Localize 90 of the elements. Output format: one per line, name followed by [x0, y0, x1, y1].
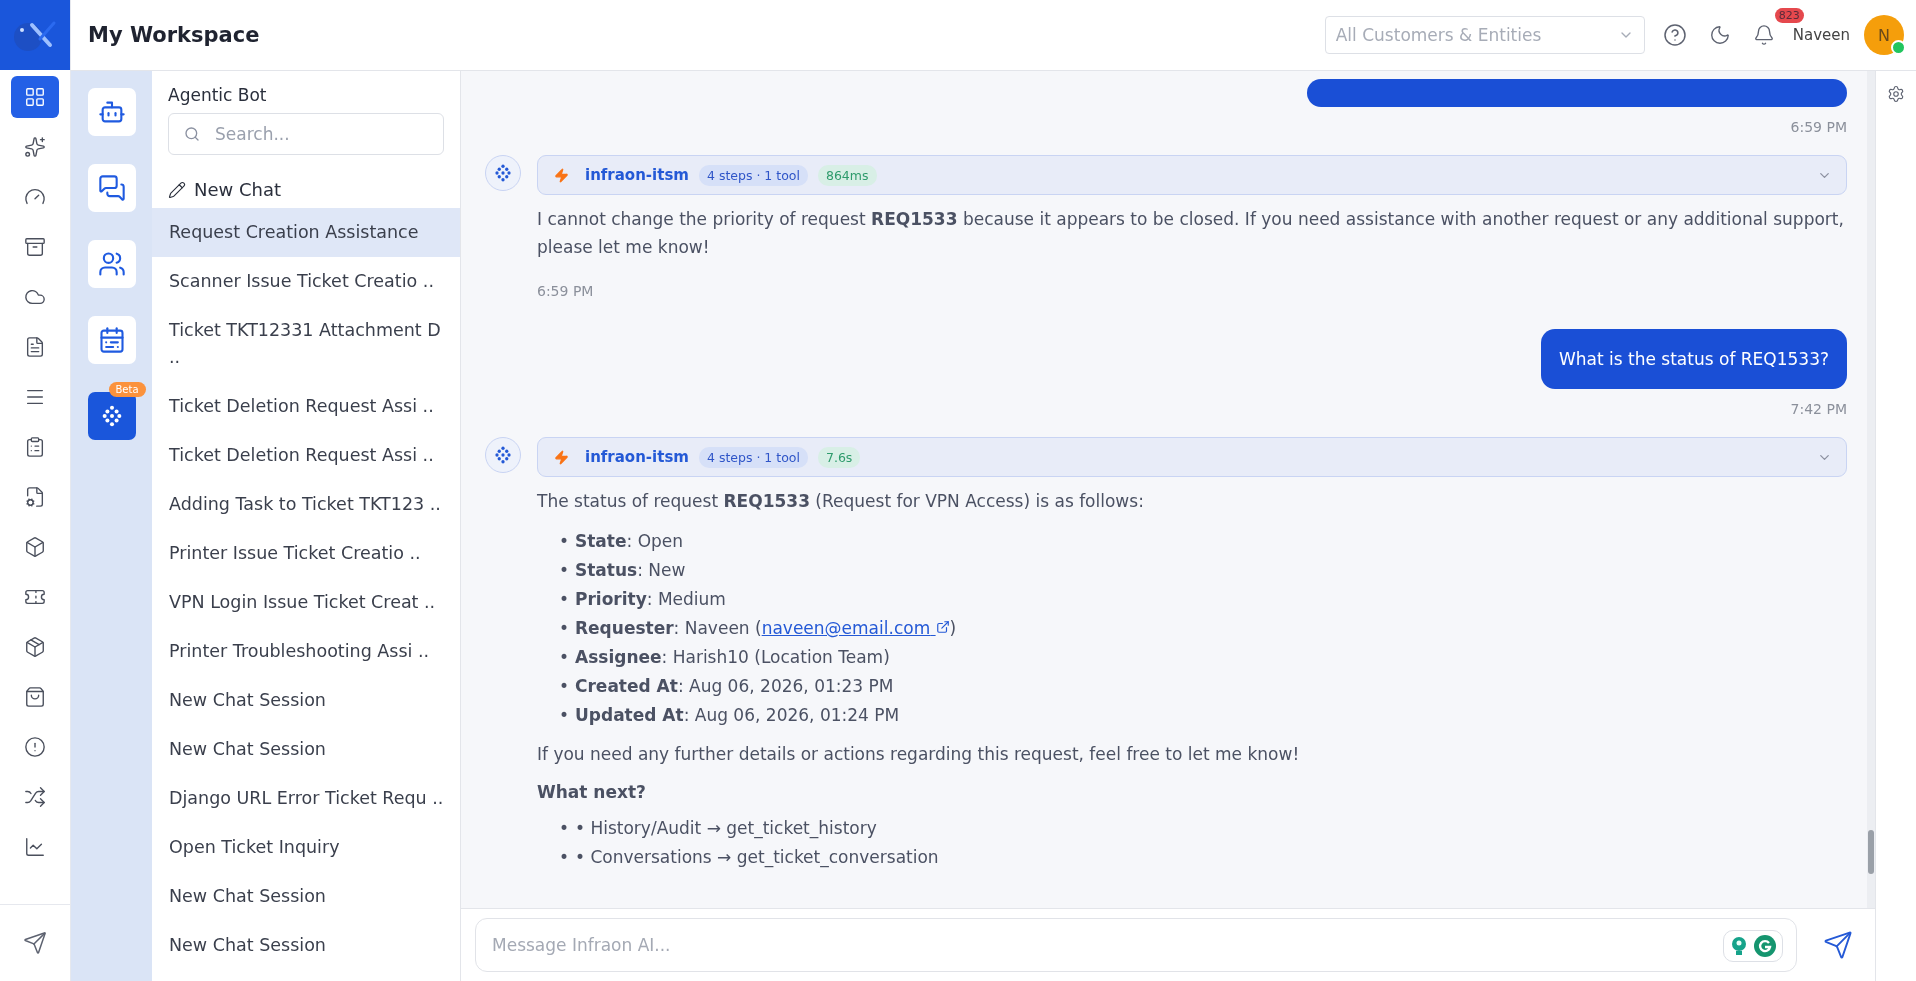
paper-plane-icon [23, 931, 47, 955]
chat-history-item[interactable]: Adding Task to Ticket TKT123 .. [152, 480, 460, 529]
chat-history-item[interactable]: Ticket Deletion Request Assi .. [152, 431, 460, 480]
scrollbar-thumb[interactable] [1868, 830, 1874, 874]
writing-assistant-badge[interactable] [1723, 930, 1783, 962]
field-list-item: • Assignee: Harish10 (Location Team) [559, 646, 890, 669]
agent-trace-bar[interactable]: infraon-itsm 4 steps · 1 tool 7.6s [537, 437, 1847, 477]
chat-history-item[interactable]: Ticket Deletion Request Assi .. [152, 382, 460, 431]
chat-history-item[interactable]: Django URL Error Ticket Requ .. [152, 774, 460, 823]
duration-badge: 864ms [817, 164, 877, 186]
archive-icon [24, 236, 46, 258]
shuffle-icon [24, 786, 46, 808]
message-text: If you need any further details or actions regarding this request, feel free to let me know! [537, 743, 1301, 766]
lightbulb-icon [1729, 935, 1749, 957]
chat-history-item[interactable]: New Chat Session [152, 676, 460, 725]
field-list-item: • Status: New [559, 559, 686, 582]
duration-badge: 7.6s [817, 446, 861, 468]
message-time: 7:42 PM [1790, 401, 1847, 417]
lightning-icon [554, 449, 569, 465]
search-icon [184, 126, 200, 142]
field-list-item: • Requester: Naveen (naveen@email.com ) [559, 617, 957, 640]
pencil-icon [168, 180, 186, 199]
g-logo-icon [1753, 934, 1777, 958]
message-input[interactable]: Message Infraon AI... [475, 918, 1797, 972]
new-chat-button[interactable]: New Chat [152, 173, 460, 208]
email-link[interactable]: naveen@email.com [761, 618, 950, 638]
cube-icon [24, 536, 46, 558]
chat-history-item[interactable]: Open Ticket Inquiry [152, 823, 460, 872]
bag-icon [24, 686, 46, 708]
agent-name: infraon-itsm [585, 166, 689, 184]
field-list-item: • Priority: Medium [559, 588, 726, 611]
app-tile[interactable] [87, 164, 136, 212]
alert-icon [24, 736, 46, 758]
chat-history-item[interactable]: New Chat Session [152, 921, 460, 970]
steps-badge: 4 steps · 1 tool [698, 446, 808, 468]
chat-history-item[interactable]: Ticket TKT12331 Attachment D .. [152, 306, 460, 382]
search-field[interactable]: Search... [168, 113, 444, 155]
chat-bubbles-icon [97, 174, 126, 202]
app-tile[interactable] [87, 392, 136, 440]
chat-history-item[interactable]: Scanner Issue Ticket Creatio .. [152, 257, 460, 306]
send-icon [1823, 930, 1853, 960]
lightning-icon [554, 167, 569, 183]
dots-icon [494, 164, 512, 182]
help-icon [1662, 23, 1687, 47]
agent-name: infraon-itsm [585, 448, 689, 466]
nav-button[interactable] [11, 76, 59, 118]
users-icon [97, 250, 126, 278]
document-icon [24, 336, 46, 358]
chat-history-item[interactable]: New Chat Session [152, 872, 460, 921]
message-time: 6:59 PM [1790, 119, 1847, 135]
message-time: 6:59 PM [537, 283, 595, 299]
message-text: I cannot change the priority of request REQ1533 because it appears to be closed. If you need assistance with another request or any additional support, please let me know! [537, 208, 1845, 259]
chat-history-item[interactable]: Request Creation Assistance [152, 208, 460, 257]
chat-history-item[interactable]: New Chat Session [152, 725, 460, 774]
bell-icon [1752, 24, 1775, 46]
suggestion-list-item: • • Conversations → get_ticket_conversation [559, 846, 939, 870]
panel-title: Agentic Bot [167, 84, 268, 105]
chat-history-item[interactable]: VPN Login Issue Ticket Creat .. [152, 578, 460, 627]
grid-icon [24, 86, 46, 108]
suggestion-list-item: • • History/Audit → get_ticket_history [559, 817, 877, 841]
dots-icon [494, 446, 512, 464]
chart-line-icon [24, 836, 46, 858]
message-text: The status of request REQ1533 (Request for VPN Access) is as follows: [537, 490, 1145, 513]
moon-icon [1708, 24, 1731, 46]
external-link-icon [935, 620, 950, 634]
page-title: My Workspace [88, 23, 261, 47]
calendar-icon [97, 326, 126, 354]
app-tile[interactable] [87, 240, 136, 288]
field-list-item: • State: Open [559, 530, 684, 553]
user-name: Naveen [1792, 26, 1850, 44]
logo[interactable] [0, 0, 70, 70]
field-list-item: • Updated At: Aug 06, 2026, 01:24 PM [559, 704, 900, 727]
agent-trace-bar[interactable]: infraon-itsm 4 steps · 1 tool 864ms [537, 155, 1847, 195]
user-message-bubble: What is the status of REQ1533? [1541, 329, 1847, 389]
app-tile[interactable] [87, 316, 136, 364]
package-icon [24, 636, 46, 658]
section-heading: What next? [537, 782, 647, 802]
steps-badge: 4 steps · 1 tool [698, 164, 808, 186]
gear-document-icon [24, 486, 46, 508]
settings-icon [1887, 85, 1905, 103]
dots-icon [100, 405, 123, 427]
sparkle-star-icon [24, 136, 46, 158]
field-list-item: • Created At: Aug 06, 2026, 01:23 PM [559, 675, 894, 698]
beta-badge: Beta [108, 382, 146, 397]
chat-history-item[interactable]: Printer Issue Ticket Creatio .. [152, 529, 460, 578]
avatar[interactable]: N [1864, 15, 1904, 55]
notification-count: 823 [1774, 8, 1804, 23]
chat-history-item[interactable]: Printer Troubleshooting Assi .. [152, 627, 460, 676]
clipboard-icon [24, 436, 46, 458]
app-tile[interactable] [87, 88, 136, 136]
